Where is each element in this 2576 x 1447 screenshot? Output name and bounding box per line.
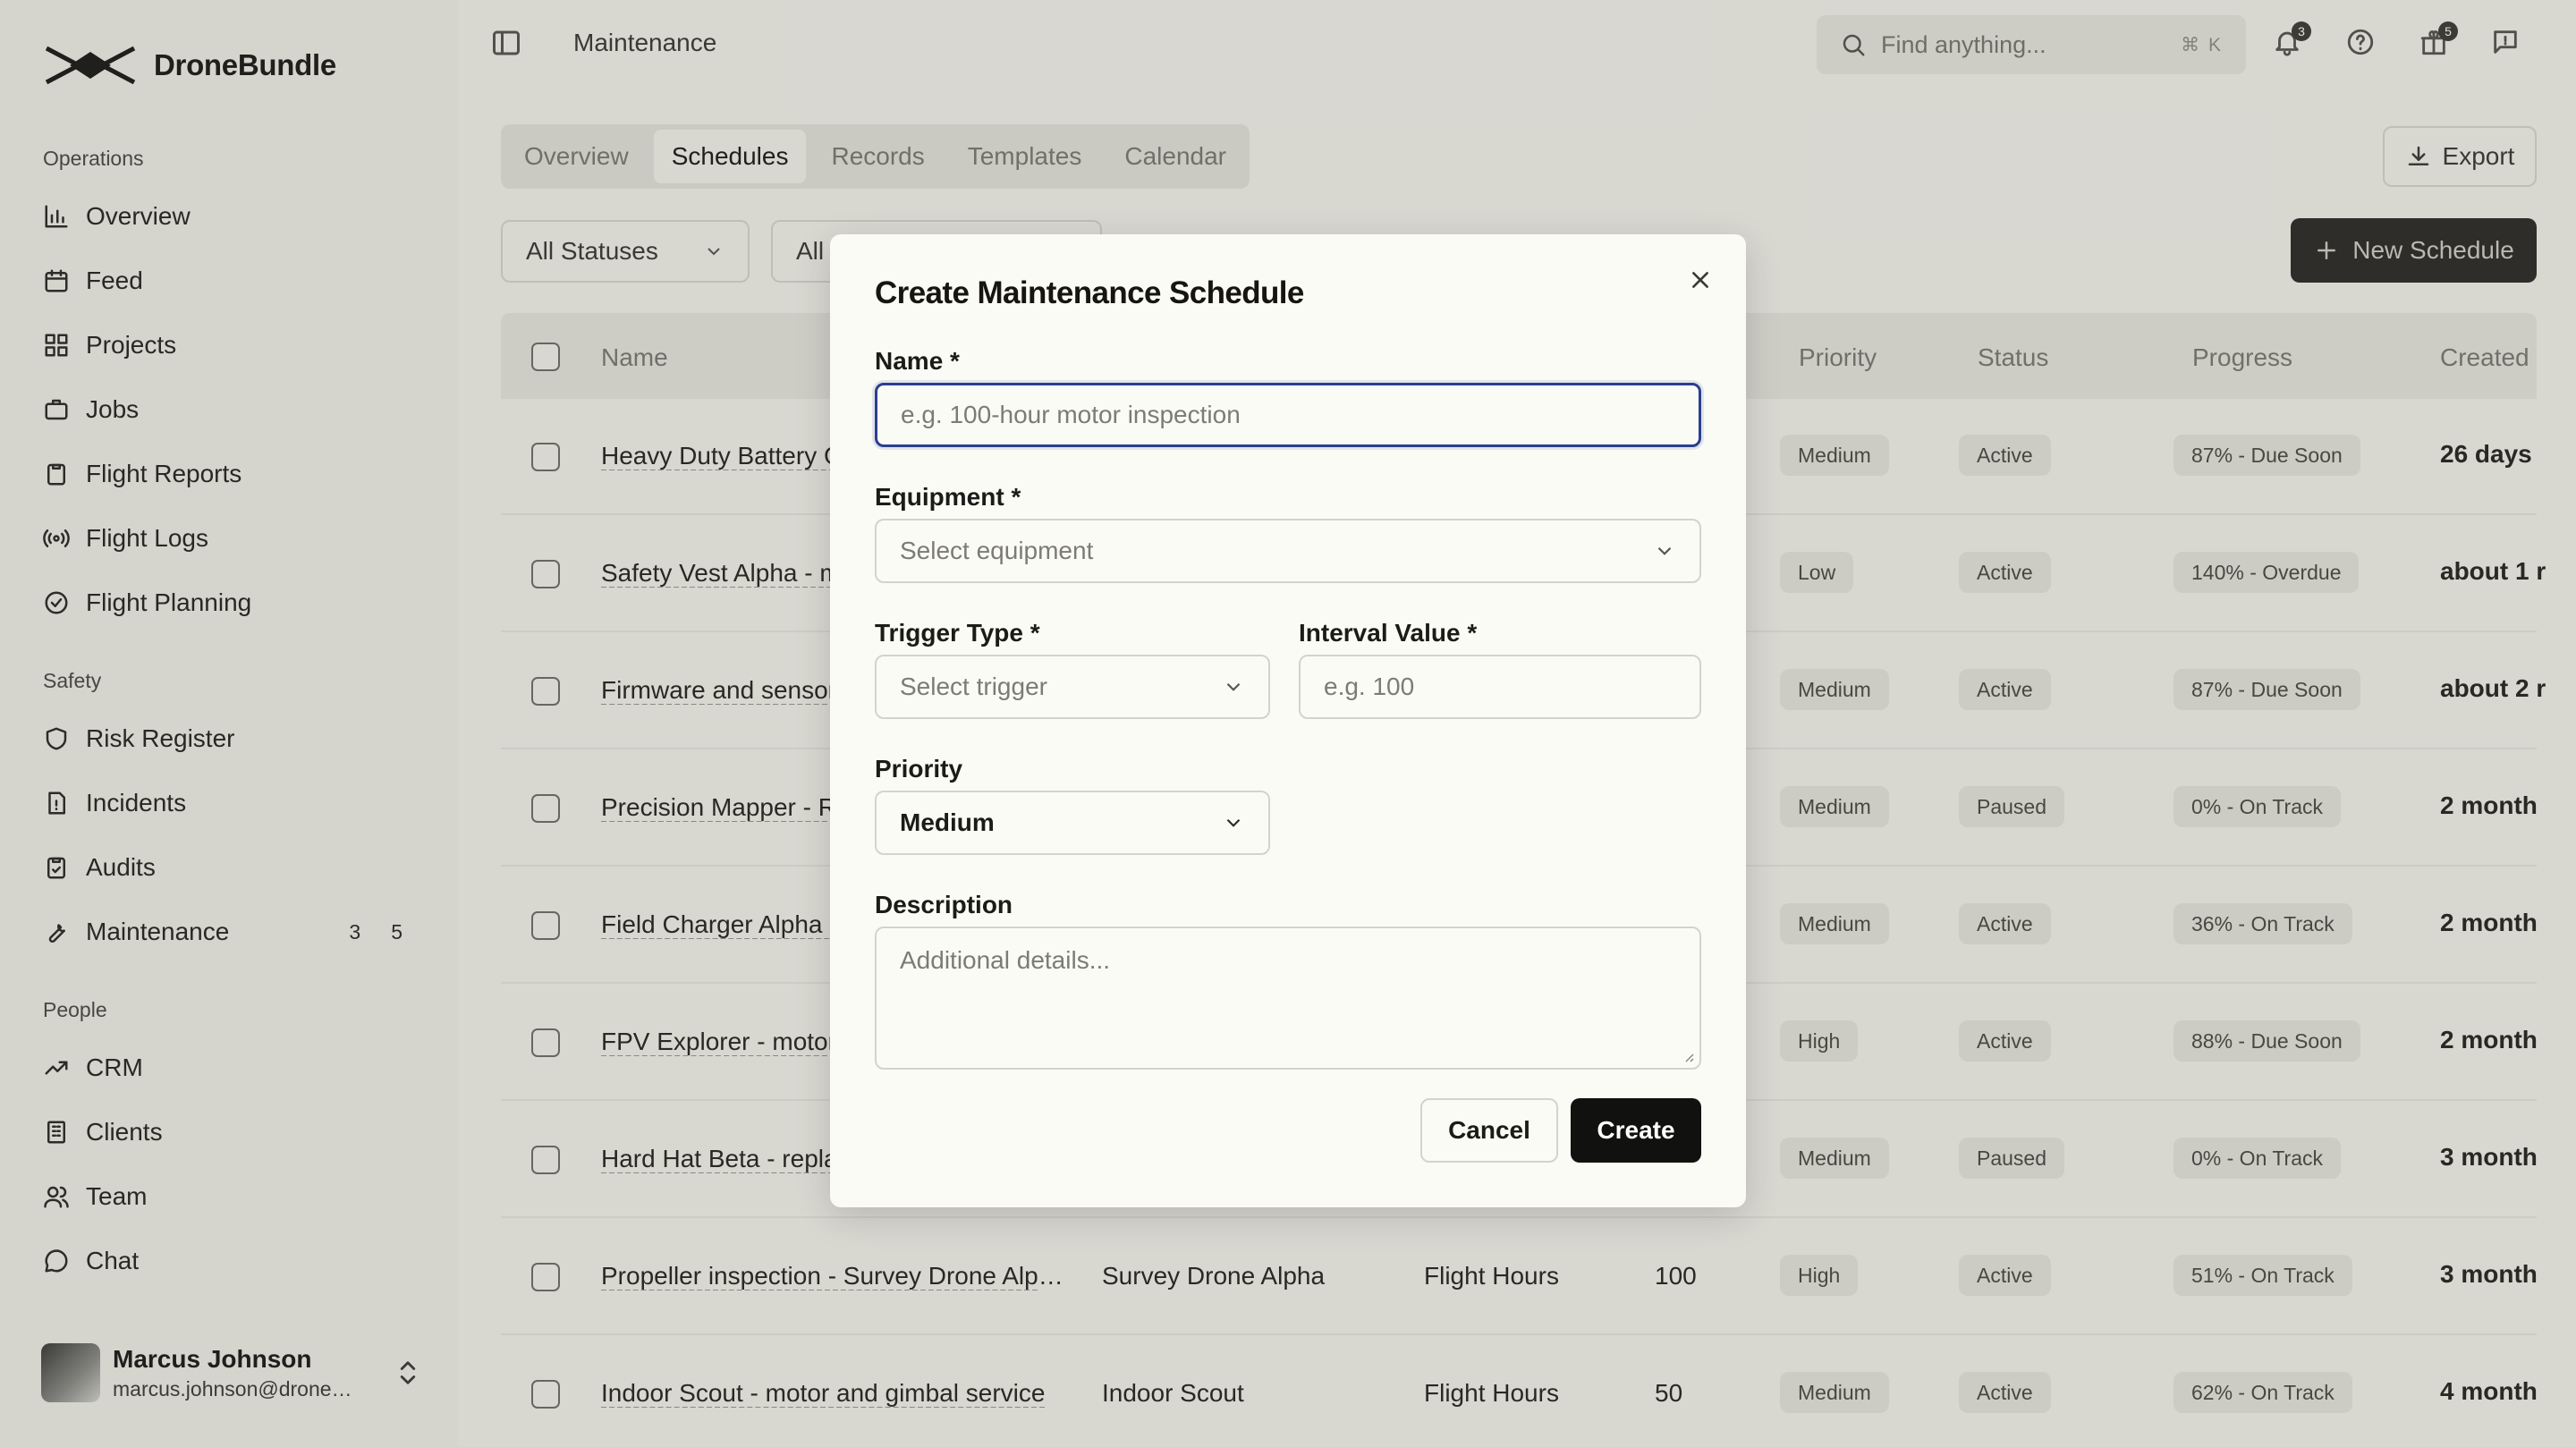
resize-handle-icon[interactable] <box>1682 1050 1694 1062</box>
interval-placeholder: e.g. 100 <box>1324 673 1415 700</box>
interval-value-input[interactable]: e.g. 100 <box>1299 655 1701 719</box>
chevron-down-icon <box>1226 818 1241 827</box>
priority-label: Priority <box>875 755 963 783</box>
trigger-type-label: Trigger Type * <box>875 619 1040 647</box>
name-placeholder: e.g. 100-hour motor inspection <box>901 401 1241 428</box>
equipment-label: Equipment * <box>875 483 1021 511</box>
equipment-placeholder: Select equipment <box>900 537 1094 564</box>
trigger-type-select[interactable]: Select trigger <box>875 655 1270 719</box>
priority-select[interactable]: Medium <box>875 791 1270 855</box>
close-button[interactable] <box>1685 265 1716 295</box>
description-label: Description <box>875 891 1013 918</box>
name-label: Name * <box>875 347 960 375</box>
interval-value-label: Interval Value * <box>1299 619 1478 647</box>
description-placeholder: Additional details... <box>900 946 1111 974</box>
app: DroneBundle Operations Overview Feed Pro… <box>0 0 2576 1447</box>
equipment-select[interactable]: Select equipment <box>875 519 1701 583</box>
dialog-title: Create Maintenance Schedule <box>875 275 1304 310</box>
close-icon <box>1692 272 1708 288</box>
create-schedule-dialog: Create Maintenance Schedule Name * e.g. … <box>830 234 1746 1207</box>
create-button[interactable]: Create <box>1571 1098 1701 1163</box>
trigger-placeholder: Select trigger <box>900 673 1047 700</box>
chevron-down-icon <box>1657 546 1672 555</box>
cancel-button[interactable]: Cancel <box>1420 1098 1558 1163</box>
priority-value: Medium <box>900 808 995 836</box>
name-input[interactable]: e.g. 100-hour motor inspection <box>875 383 1701 447</box>
description-textarea[interactable]: Additional details... <box>875 927 1701 1070</box>
chevron-down-icon <box>1226 682 1241 691</box>
